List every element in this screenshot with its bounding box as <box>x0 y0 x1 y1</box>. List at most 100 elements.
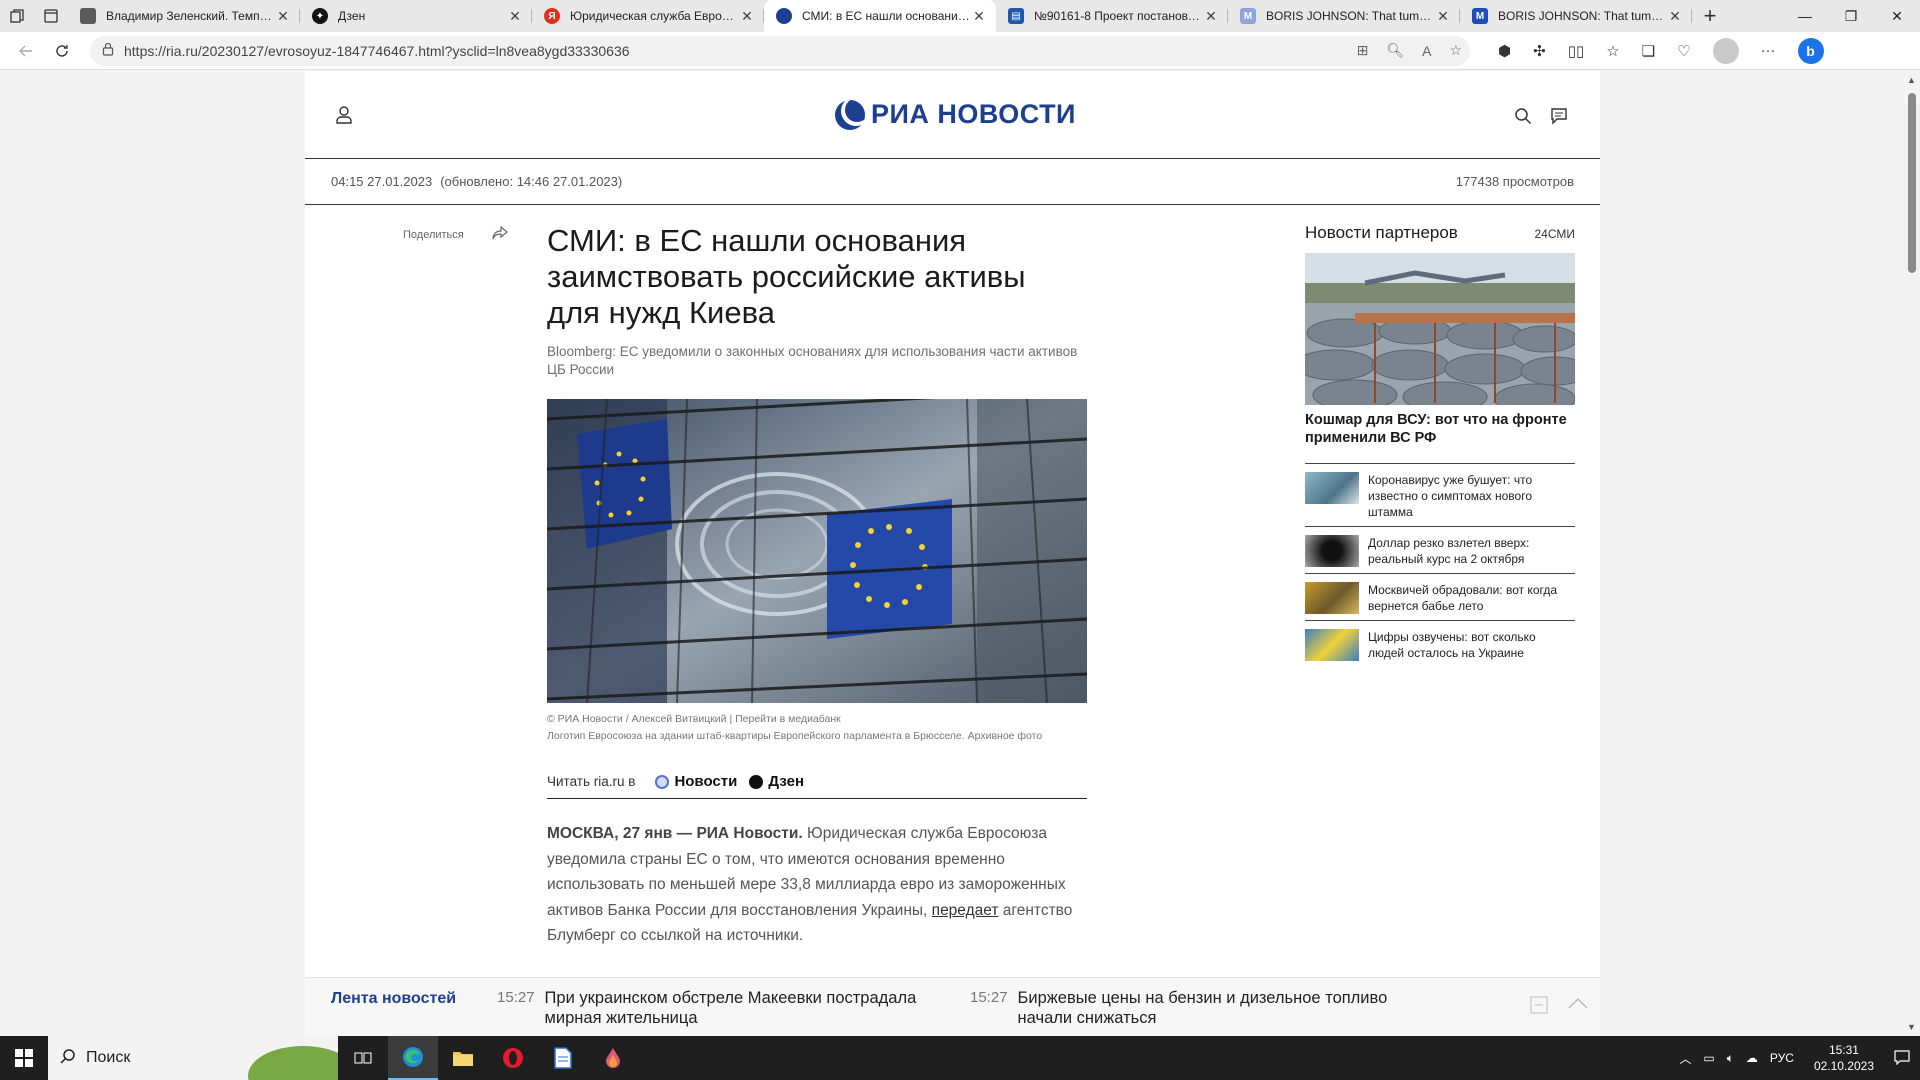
ticker-controls <box>1530 996 1588 1019</box>
browser-tab[interactable]: Я Юридическая служба Евросоюза... ✕ <box>532 0 764 32</box>
article-photo[interactable] <box>547 399 1087 703</box>
close-tab-icon[interactable]: ✕ <box>1202 8 1220 25</box>
ticker-item[interactable]: 15:27 При украинском обстреле Макеевки п… <box>497 988 937 1028</box>
language-indicator[interactable]: РУС <box>1770 1051 1794 1065</box>
read-in-news-link[interactable]: Новости <box>655 773 737 790</box>
share-button[interactable]: Поделиться <box>403 225 508 243</box>
app-available-icon[interactable]: ⊞ <box>1357 42 1369 59</box>
file-explorer-icon[interactable] <box>438 1036 488 1080</box>
search-icon[interactable] <box>1514 107 1532 130</box>
scroll-up-icon[interactable] <box>1568 996 1588 1019</box>
extension-icon[interactable]: ⬢ <box>1498 42 1511 60</box>
minimize-icon[interactable]: — <box>1782 0 1828 32</box>
taskbar-search[interactable]: Поиск <box>48 1036 338 1080</box>
edge-browser-icon[interactable] <box>388 1036 438 1080</box>
opera-icon[interactable] <box>488 1036 538 1080</box>
close-tab-icon[interactable]: ✕ <box>738 8 756 25</box>
yandex-icon: Я <box>544 8 560 24</box>
browser-tab[interactable]: M BORIS JOHNSON: That tumbling... ✕ <box>1228 0 1460 32</box>
drop-app-icon[interactable] <box>588 1036 638 1080</box>
notifications-icon[interactable] <box>1894 1049 1910 1068</box>
partner-news-title: Новости партнеров <box>1305 223 1458 242</box>
user-icon[interactable] <box>335 105 353 130</box>
ticker-text: При украинском обстреле Макеевки пострад… <box>544 989 917 1027</box>
browser-tab[interactable]: ▤ №90161-8 Проект постановлени... ✕ <box>996 0 1228 32</box>
new-tab-button[interactable]: + <box>1692 0 1728 32</box>
browser-essentials-icon[interactable]: ♡ <box>1677 42 1690 60</box>
collections-icon[interactable]: ❏ <box>1642 42 1655 60</box>
close-tab-icon[interactable]: ✕ <box>970 8 988 25</box>
views-count: 177438 просмотров <box>1455 174 1574 189</box>
profile-avatar[interactable] <box>1712 37 1739 64</box>
partner-news-item[interactable]: Цифры озвучены: вот сколько людей остало… <box>1305 621 1575 667</box>
share-arrow-icon <box>492 225 508 243</box>
tab-actions-icon[interactable] <box>34 0 68 32</box>
bing-copilot-icon[interactable]: b <box>1797 37 1824 64</box>
partner-main-image[interactable] <box>1305 253 1575 405</box>
read-in-source: Новости <box>674 773 738 790</box>
clock-date: 02.10.2023 <box>1813 1059 1874 1073</box>
onedrive-icon[interactable]: ☁ <box>1746 1051 1758 1065</box>
read-in-label: Читать ria.ru в <box>547 774 636 789</box>
close-window-icon[interactable]: ✕ <box>1874 0 1920 32</box>
ticker-item[interactable]: 15:27 Биржевые цены на бензин и дизельно… <box>970 988 1440 1028</box>
partner-main-title[interactable]: Кошмар для ВСУ: вот что на фронте примен… <box>1305 411 1575 464</box>
scroll-up-arrow-icon[interactable]: ▲ <box>1907 75 1916 85</box>
partner-news-item[interactable]: Москвичей обрадовали: вот когда вернется… <box>1305 574 1575 621</box>
start-button[interactable] <box>0 1049 48 1067</box>
url-bar[interactable]: https://ria.ru/20230127/evrosoyuz-184774… <box>90 35 1470 66</box>
workspaces-icon[interactable] <box>0 0 34 32</box>
favorite-star-icon[interactable]: ☆ <box>1449 42 1462 59</box>
scroll-down-arrow-icon[interactable]: ▼ <box>1907 1022 1916 1032</box>
scrollbar-thumb[interactable] <box>1908 93 1916 273</box>
lock-icon[interactable] <box>102 42 114 59</box>
partner-news-item[interactable]: Коронавирус уже бушует: что известно о с… <box>1305 464 1575 527</box>
tab-title: BORIS JOHNSON: That tumbling... <box>1266 9 1434 23</box>
extensions-puzzle-icon[interactable]: ✣ <box>1533 42 1546 60</box>
back-button[interactable] <box>8 43 44 59</box>
news-icon: M <box>1240 8 1256 24</box>
tab-title: Владимир Зеленский. Темпераме... <box>106 9 274 23</box>
ria-icon <box>776 8 792 24</box>
share-label: Поделиться <box>403 228 464 241</box>
article-subtitle: Bloomberg: ЕС уведомили о законных основ… <box>547 344 1078 377</box>
browser-toolbar: ⬢ ✣ ▯▯ ☆ ❏ ♡ ··· b <box>1498 37 1824 64</box>
close-tab-icon[interactable]: ✕ <box>274 8 292 25</box>
article-meta: 04:15 27.01.2023 (обновлено: 14:46 27.01… <box>305 159 1600 205</box>
browser-tab-active[interactable]: СМИ: в ЕС нашли основания за... ✕ <box>764 0 996 32</box>
chat-icon[interactable] <box>1550 107 1568 130</box>
restore-icon[interactable]: ❐ <box>1828 0 1874 32</box>
ticker-time: 15:27 <box>970 989 1008 1006</box>
close-tab-icon[interactable]: ✕ <box>1434 8 1452 25</box>
close-tab-icon[interactable]: ✕ <box>506 8 524 25</box>
read-aloud-icon[interactable]: A <box>1422 43 1431 59</box>
refresh-button[interactable] <box>44 43 80 59</box>
collapse-ticker-icon[interactable] <box>1530 996 1548 1019</box>
page-scrollbar[interactable]: ▲ ▼ <box>1904 71 1920 1036</box>
read-in-zen-link[interactable]: Дзен <box>749 773 804 790</box>
browser-tab[interactable]: ✦ Дзен ✕ <box>300 0 532 32</box>
tray-expand-icon[interactable]: ︿ <box>1679 1050 1691 1067</box>
more-menu-icon[interactable]: ··· <box>1761 42 1776 59</box>
site-logo[interactable]: РИА НОВОСТИ <box>835 99 1076 130</box>
news-icon: M <box>1472 8 1488 24</box>
zoom-icon[interactable]: 🔍︎ <box>1386 42 1404 59</box>
ticker-time: 15:27 <box>497 989 535 1006</box>
ticker-label[interactable]: Лента новостей <box>331 990 456 1008</box>
close-tab-icon[interactable]: ✕ <box>1666 8 1684 25</box>
partner-thumb <box>1305 472 1359 504</box>
taskbar-clock[interactable]: 15:31 02.10.2023 <box>1814 1042 1874 1074</box>
task-view-icon[interactable] <box>338 1036 388 1080</box>
browser-tab[interactable]: Владимир Зеленский. Темпераме... ✕ <box>68 0 300 32</box>
volume-icon[interactable]: 🔈︎ <box>1727 1051 1734 1066</box>
taskbar-apps <box>338 1036 638 1080</box>
source-link[interactable]: передает <box>932 902 999 919</box>
network-icon[interactable]: ▭ <box>1703 1051 1714 1065</box>
partner-source[interactable]: 24СМИ <box>1535 227 1576 241</box>
favorites-icon[interactable]: ☆ <box>1606 42 1619 60</box>
split-screen-icon[interactable]: ▯▯ <box>1568 42 1585 60</box>
browser-tab[interactable]: M BORIS JOHNSON: That tumbling... ✕ <box>1460 0 1692 32</box>
document-app-icon[interactable] <box>538 1036 588 1080</box>
browser-tab-strip: Владимир Зеленский. Темпераме... ✕ ✦ Дзе… <box>0 0 1920 32</box>
partner-news-item[interactable]: Доллар резко взлетел вверх: реальный кур… <box>1305 527 1575 574</box>
